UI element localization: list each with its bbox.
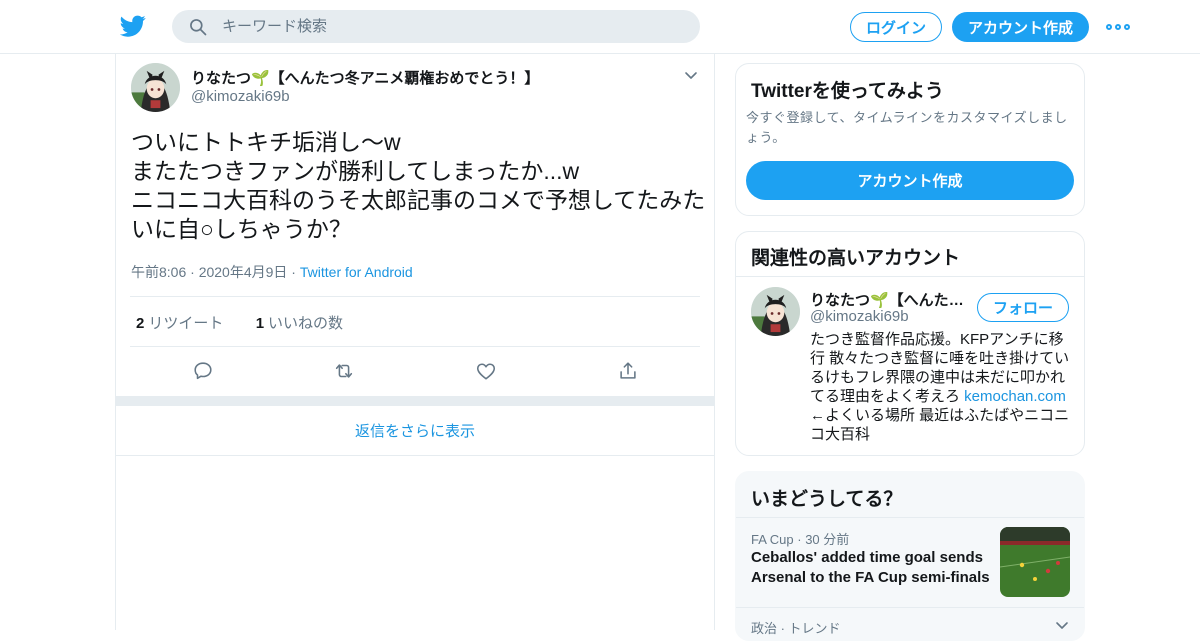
reply-icon[interactable] [192,360,214,382]
search-box[interactable] [172,10,700,43]
tweet-timestamp: 午前8:06 · 2020年4月9日 · Twitter for Android [131,262,413,282]
trends-title: いまどうしてる？ [751,489,903,510]
bio-text: ←よくいる場所 最近はふたばやニコニコ大百科 [810,407,1070,443]
related-account-name[interactable]: りなたつ🌱【へんたつ冬アニメ覇権おめでとう！】 [810,289,970,310]
like-icon[interactable] [475,360,497,382]
tweet-source-link[interactable]: Twitter for Android [300,264,413,280]
login-button[interactable]: ログイン [850,12,942,42]
retweet-label: リツイート [148,315,224,332]
trends-card: いまどうしてる？ FA Cup · 30 分前 Ceballos' added … [735,471,1085,641]
tweet-time[interactable]: 午前8:06 [131,264,186,280]
avatar[interactable] [131,63,180,112]
trend-headline[interactable]: Ceballos' added time goal sends Arsenal … [751,548,991,588]
tweet-text: ついにトトキチ垢消し～w またたつきファンが勝利してしまったか...w ニコニコ… [131,129,706,242]
signup-card-button[interactable]: アカウント作成 [746,161,1074,200]
avatar[interactable] [751,287,800,336]
more-dots-icon[interactable] [1106,18,1130,36]
meta-separator: · [186,264,199,280]
signup-button[interactable]: アカウント作成 [952,12,1089,42]
show-more-replies-link[interactable]: 返信をさらに表示 [116,406,714,456]
chevron-down-icon[interactable] [1054,618,1070,634]
trend-thumbnail[interactable] [1000,527,1070,597]
search-input[interactable] [222,10,682,43]
divider [736,276,1084,277]
related-account-bio: たつき監督作品応援。KFPアンチに移行 散々たつき監督に唾を吐き掛けているけもフ… [810,330,1076,444]
signup-card-title: Twitterを使ってみよう [751,81,944,102]
like-stat[interactable]: 1 いいねの数 [256,315,343,332]
divider [736,607,1084,608]
search-icon [190,19,207,36]
trend-meta: FA Cup · 30 分前 [751,532,850,547]
twitter-bird-icon[interactable] [120,13,146,39]
retweet-count: 2 [136,315,145,332]
divider [736,517,1084,518]
divider [130,296,700,297]
trend-category: FA Cup [751,532,794,547]
retweet-icon[interactable] [333,360,355,382]
tweet-column: りなたつ🌱【へんたつ冬アニメ覇権おめでとう！】 @kimozaki69b ついに… [115,54,715,630]
trend-meta: 政治 · トレンド [751,621,841,636]
section-separator [116,396,714,406]
follow-button[interactable]: フォロー [977,293,1069,322]
like-count: 1 [255,315,265,332]
chevron-down-icon[interactable] [683,68,699,84]
top-navigation-bar: ログイン アカウント作成 [0,0,1200,54]
signup-card: Twitterを使ってみよう 今すぐ登録して、タイムラインをカスタマイズしましょ… [735,63,1085,216]
tweet-stats: 2 リツイート 1 いいねの数 [136,312,343,333]
signup-card-description: 今すぐ登録して、タイムラインをカスタマイズしましょう。 [746,110,1068,145]
retweet-stat[interactable]: 2 リツイート [136,315,223,332]
tweet-date[interactable]: 2020年4月9日 [199,264,288,280]
related-account-handle[interactable]: @kimozaki69b [810,308,909,325]
like-label: いいねの数 [268,315,344,332]
tweet-author-handle[interactable]: @kimozaki69b [191,88,290,105]
trend-time: 30 分前 [805,532,850,547]
share-icon[interactable] [617,360,639,382]
related-accounts-title: 関連性の高いアカウント [751,248,961,269]
related-accounts-card: 関連性の高いアカウント りなたつ🌱【へんたつ冬アニメ覇権おめでとう！】 @kim… [735,231,1085,456]
tweet-author-name[interactable]: りなたつ🌱【へんたつ冬アニメ覇権おめでとう！】 [191,67,539,88]
divider [130,346,700,347]
bio-link[interactable]: kemochan.com [964,388,1066,405]
meta-separator: · [287,264,300,280]
